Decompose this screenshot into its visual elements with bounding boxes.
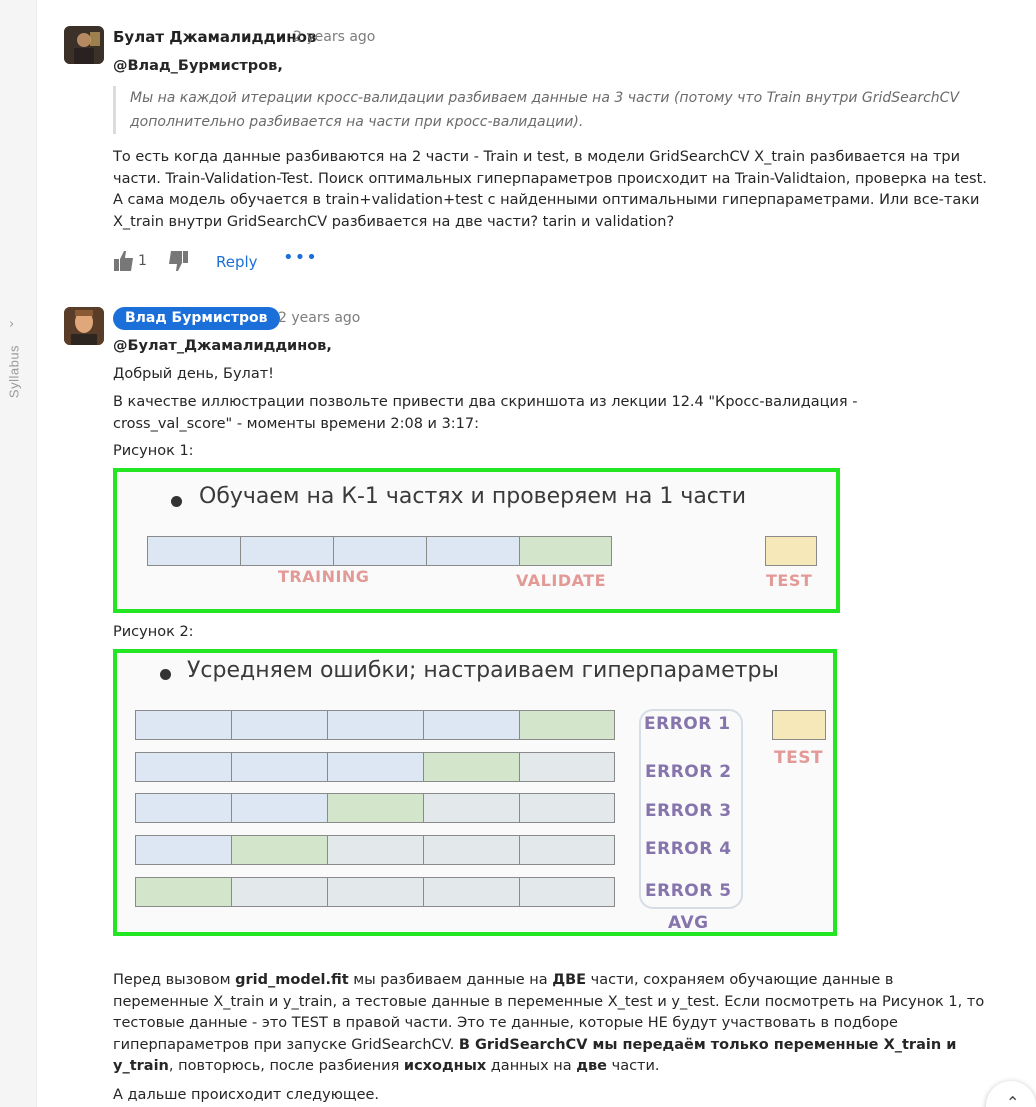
text-run: данных на xyxy=(486,1058,577,1074)
mention[interactable]: @Булат_Джамалиддинов, xyxy=(113,336,332,358)
validate-segment xyxy=(231,835,328,865)
mention-name[interactable]: @Булат_Джамалиддинов xyxy=(113,338,326,354)
quote-block: Мы на каждой итерации кросс-валидации ра… xyxy=(113,86,973,134)
text-run: мы разбиваем данные на xyxy=(348,972,553,988)
syllabus-label: Syllabus xyxy=(6,344,22,399)
figure-title: Усредняем ошибки; настраиваем гиперпарам… xyxy=(187,658,779,683)
test-label: TEST xyxy=(766,571,813,590)
error-label: ERROR 1 xyxy=(644,714,731,734)
fold-segment xyxy=(519,835,615,865)
text-run-bold: две xyxy=(576,1058,608,1074)
comment-body: То есть когда данные разбиваются на 2 ча… xyxy=(113,149,987,230)
fold-segment xyxy=(333,536,427,566)
text-run-bold: grid_model.fit xyxy=(235,972,349,988)
like-count: 1 xyxy=(138,253,147,269)
comment-time[interactable]: 2 years ago xyxy=(293,29,375,45)
fold-segment xyxy=(519,752,615,782)
fold-segment xyxy=(147,536,241,566)
fold-segment xyxy=(327,835,424,865)
fold-segment xyxy=(519,793,615,823)
training-label: TRAINING xyxy=(278,567,370,586)
avatar[interactable] xyxy=(64,307,104,345)
fold-segment xyxy=(519,877,615,907)
text-run: , повторюсь, после разбиения xyxy=(168,1058,404,1074)
error-label: ERROR 2 xyxy=(645,762,732,782)
fold-segment xyxy=(135,752,232,782)
intro-text: В качестве иллюстрации позвольте привест… xyxy=(113,394,858,432)
avatar[interactable] xyxy=(64,26,104,64)
comment-time[interactable]: 2 years ago xyxy=(278,310,360,326)
fold-segment xyxy=(135,835,232,865)
test-segment xyxy=(765,536,817,566)
test-label: TEST xyxy=(774,748,824,768)
fold-segment xyxy=(240,536,334,566)
sidebar: › Syllabus xyxy=(0,0,37,1107)
quote-text: Мы на каждой итерации кросс-валидации ра… xyxy=(130,90,960,130)
validate-segment xyxy=(327,793,424,823)
fold-segment xyxy=(423,877,520,907)
fold-segment xyxy=(327,710,424,740)
fold-segment xyxy=(135,710,232,740)
comment-actions: 1 Reply ••• xyxy=(113,247,413,274)
fold-segment xyxy=(231,877,328,907)
more-options-button[interactable]: ••• xyxy=(283,247,318,268)
bullet xyxy=(171,496,182,507)
fold-segment xyxy=(231,752,328,782)
thumbs-up-icon[interactable] xyxy=(113,250,135,272)
figure-1-image[interactable]: Обучаем на К-1 частях и проверяем на 1 ч… xyxy=(113,468,840,613)
figure-title: Обучаем на К-1 частях и проверяем на 1 ч… xyxy=(199,484,747,509)
fold-segment xyxy=(231,793,328,823)
thumbs-down-icon[interactable] xyxy=(167,250,189,272)
fold-segment xyxy=(423,835,520,865)
validate-label: VALIDATE xyxy=(516,571,607,590)
validate-segment xyxy=(519,710,615,740)
figure-caption: Рисунок 2: xyxy=(113,624,194,640)
fold-segment xyxy=(135,793,232,823)
scroll-to-top-button[interactable]: ⌃ xyxy=(986,1081,1036,1107)
explanation-paragraph: Перед вызовом grid_model.fit мы разбивае… xyxy=(113,970,993,1078)
fold-segment xyxy=(231,710,328,740)
fold-segment xyxy=(426,536,520,566)
bullet xyxy=(160,669,171,680)
error-label: ERROR 3 xyxy=(645,801,732,821)
validate-segment xyxy=(135,877,232,907)
comment-author[interactable]: Булат Джамалиддинов xyxy=(113,28,316,46)
test-segment xyxy=(772,710,826,740)
chevron-right-icon: › xyxy=(9,317,15,332)
fold-segment xyxy=(327,752,424,782)
text-run: части. xyxy=(607,1058,660,1074)
arrow-up-icon: ⌃ xyxy=(1006,1093,1020,1107)
avg-label: AVG xyxy=(668,913,709,933)
author-badge[interactable]: Влад Бурмистров xyxy=(113,307,280,330)
validate-segment xyxy=(519,536,612,566)
last-line: А дальше происходит следующее. xyxy=(113,1087,380,1103)
fold-segment xyxy=(423,793,520,823)
text-run-bold: ДВЕ xyxy=(552,972,587,988)
figure-2-image[interactable]: Усредняем ошибки; настраиваем гиперпарам… xyxy=(113,649,837,936)
error-label: ERROR 4 xyxy=(645,839,732,859)
figure-caption: Рисунок 1: xyxy=(113,443,194,459)
text-run-bold: исходных xyxy=(403,1058,487,1074)
reply-button[interactable]: Reply xyxy=(216,253,258,271)
fold-segment xyxy=(327,877,424,907)
fold-segment xyxy=(423,710,520,740)
greeting: Добрый день, Булат! xyxy=(113,366,274,382)
mention-name[interactable]: @Влад_Бурмистров xyxy=(113,58,277,74)
syllabus-toggle[interactable]: › Syllabus xyxy=(6,318,24,402)
validate-segment xyxy=(423,752,520,782)
text-run: Перед вызовом xyxy=(113,972,236,988)
mention[interactable]: @Влад_Бурмистров, xyxy=(113,56,283,78)
error-label: ERROR 5 xyxy=(645,881,732,901)
